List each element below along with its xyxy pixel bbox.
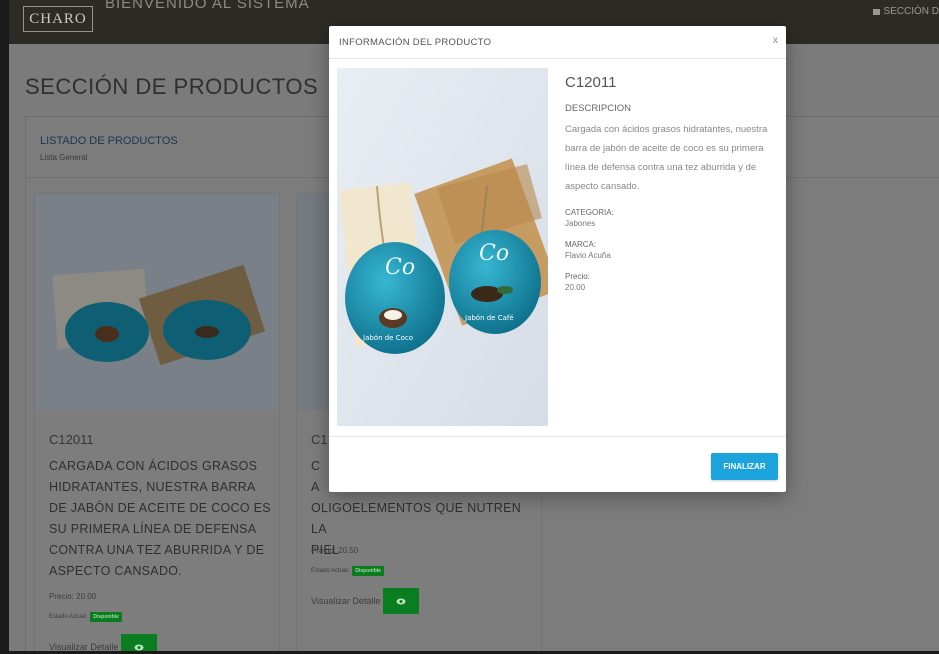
price-label: Precio: [565, 272, 590, 281]
page-title: SECCIÓN DE PRODUCTOS [25, 74, 319, 99]
nav-section-label: SECCIÓN D [883, 6, 939, 17]
modal-product-image: Co Jabón de Coco Co Jabón de Café [337, 68, 548, 426]
view-detail-label: Visualizar Detalle [311, 596, 381, 606]
product-info-modal: INFORMACIÓN DEL PRODUCTO x Co Jabón de C… [329, 26, 786, 492]
view-detail-button[interactable] [383, 588, 420, 614]
description-label: DESCRIPCION [565, 103, 631, 114]
view-detail: Visualizar Detalle [311, 588, 420, 614]
view-detail-button[interactable] [121, 634, 158, 651]
cafe-tag-label: Jabón de Café [464, 314, 514, 322]
product-status: Estado Actual: Disponible [49, 612, 122, 622]
price-value: 20.00 [565, 283, 586, 292]
brand-value: Flavio Acuña [565, 251, 611, 260]
cafe-tag-brand: Co [479, 241, 509, 266]
category-label: CATEGORIA: [565, 208, 614, 217]
close-icon[interactable]: x [773, 35, 778, 46]
coco-tag-label: Jabón de Coco [362, 334, 413, 342]
soap-image [35, 194, 279, 410]
app-frame: CHARO BIENVENIDO AL SISTEMA SECCIÓN D SE… [9, 0, 939, 651]
list-subtitle: Lista General [40, 153, 88, 162]
view-detail: Visualizar Detalle [49, 634, 158, 651]
status-badge: Disponible [352, 566, 384, 576]
brand-logo[interactable]: CHARO [23, 6, 93, 32]
product-card: C12011 CARGADA CON ÁCIDOS GRASOS HIDRATA… [34, 193, 280, 651]
brand-label: MARCA: [565, 240, 597, 249]
product-price: Precio: 20.50 [311, 546, 359, 555]
modal-header: INFORMACIÓN DEL PRODUCTO x [329, 26, 786, 59]
finish-button[interactable]: FINALIZAR [711, 453, 778, 480]
product-code: C1 [311, 432, 328, 447]
modal-product-info: C12011 DESCRIPCION Cargada con ácidos gr… [565, 74, 777, 292]
modal-product-code: C12011 [565, 74, 617, 91]
description-text: Cargada con ácidos grasos hidratantes, n… [565, 124, 768, 192]
status-label: Estado Actual: [311, 568, 350, 574]
product-price: Precio: 20.00 [49, 592, 97, 601]
welcome-text: BIENVENIDO AL SISTEMA [105, 0, 310, 12]
product-description: CARGADA CON ÁCIDOS GRASOS HIDRATANTES, N… [49, 459, 271, 578]
category-value: Jabones [565, 219, 596, 228]
nav-section-link[interactable]: SECCIÓN D [873, 6, 939, 17]
status-badge: Disponible [90, 612, 122, 622]
modal-title: INFORMACIÓN DEL PRODUCTO [339, 37, 492, 48]
desc-line: OLIGOELEMENTOS QUE NUTREN LA [311, 501, 522, 536]
modal-footer-divider [329, 436, 786, 437]
view-detail-label: Visualizar Detalle [49, 642, 119, 651]
home-icon [873, 8, 881, 15]
product-image [35, 194, 279, 410]
soap-photo: Co Jabón de Coco Co Jabón de Café [337, 68, 548, 426]
list-title: LISTADO DE PRODUCTOS [40, 135, 178, 147]
eye-icon [396, 598, 406, 604]
eye-icon [134, 644, 144, 650]
coco-tag-brand: Co [385, 255, 415, 280]
product-status: Estado Actual: Disponible [311, 566, 384, 576]
product-code: C12011 [49, 432, 94, 447]
status-label: Estado Actual: [49, 614, 88, 620]
